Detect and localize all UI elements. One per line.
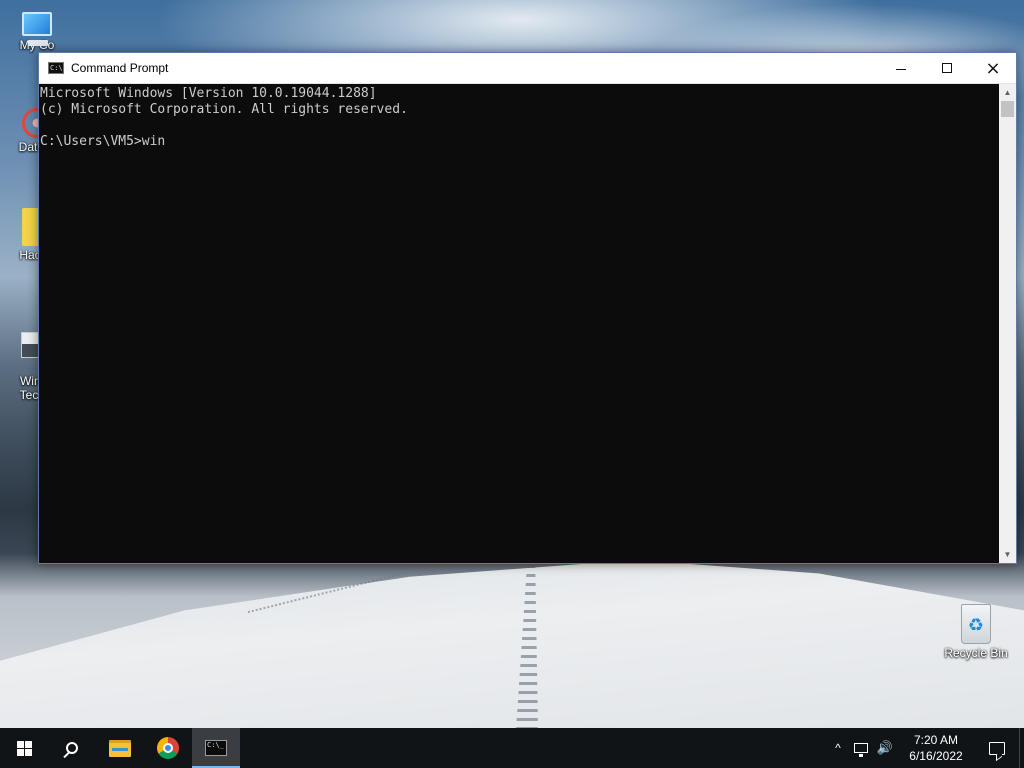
minimize-icon bbox=[896, 68, 906, 70]
show-hidden-icons-button[interactable]: ^ bbox=[827, 728, 849, 768]
console-line-blank: ​ bbox=[40, 118, 1001, 134]
maximize-icon bbox=[942, 63, 952, 73]
chevron-up-icon: ▲ bbox=[1003, 88, 1012, 97]
desktop-icon-my-computer[interactable]: My Co bbox=[0, 10, 74, 52]
close-button[interactable]: × bbox=[970, 53, 1016, 84]
computer-icon bbox=[22, 12, 52, 46]
taskbar-command-prompt[interactable]: C:\_ bbox=[192, 728, 240, 768]
cmd-icon: C:\_ bbox=[205, 740, 227, 756]
close-icon: × bbox=[985, 57, 1001, 79]
chevron-up-icon: ^ bbox=[835, 741, 841, 755]
cmd-icon: C:\ bbox=[48, 62, 64, 74]
search-button[interactable] bbox=[48, 728, 96, 768]
console-line: (c) Microsoft Corporation. All rights re… bbox=[40, 102, 408, 117]
taskbar: C:\_ ^ 🔊 7:20 AM 6/16/2022 bbox=[0, 728, 1024, 768]
scroll-up-button[interactable]: ▲ bbox=[999, 84, 1016, 101]
desktop-icon-recycle-bin[interactable]: ♻ Recycle Bin bbox=[940, 604, 1012, 660]
console-output[interactable]: Microsoft Windows [Version 10.0.19044.12… bbox=[39, 84, 1001, 563]
clock[interactable]: 7:20 AM 6/16/2022 bbox=[897, 728, 975, 768]
taskbar-chrome[interactable] bbox=[144, 728, 192, 768]
network-button[interactable] bbox=[849, 728, 873, 768]
window-title: Command Prompt bbox=[71, 61, 169, 75]
console-prompt-line[interactable]: C:\Users\VM5>win bbox=[40, 134, 1001, 150]
taskbar-file-explorer[interactable] bbox=[96, 728, 144, 768]
windows-start-icon bbox=[16, 740, 32, 756]
minimize-button[interactable] bbox=[878, 53, 924, 84]
notification-icon bbox=[989, 741, 1005, 755]
system-tray: ^ 🔊 7:20 AM 6/16/2022 bbox=[827, 728, 1024, 768]
vertical-scrollbar[interactable]: ▲ ▼ bbox=[999, 84, 1016, 563]
speaker-icon: 🔊 bbox=[876, 740, 894, 755]
chrome-icon bbox=[157, 737, 179, 759]
scroll-down-button[interactable]: ▼ bbox=[999, 546, 1016, 563]
clock-date: 6/16/2022 bbox=[909, 749, 963, 763]
show-desktop-button[interactable] bbox=[1019, 728, 1024, 768]
network-icon bbox=[854, 743, 868, 757]
search-icon bbox=[66, 742, 78, 754]
volume-button[interactable]: 🔊 bbox=[873, 728, 897, 768]
desktop-icon-label: Recycle Bin bbox=[944, 646, 1008, 660]
scroll-thumb[interactable] bbox=[1001, 101, 1014, 117]
clock-time: 7:20 AM bbox=[913, 733, 959, 747]
folder-icon bbox=[109, 739, 131, 757]
action-center-button[interactable] bbox=[975, 728, 1019, 768]
recycle-bin-icon: ♻ bbox=[961, 604, 991, 644]
maximize-button[interactable] bbox=[924, 53, 970, 84]
window-titlebar[interactable]: C:\ Command Prompt × bbox=[39, 53, 1016, 84]
chevron-down-icon: ▼ bbox=[1003, 550, 1012, 559]
console-line: Microsoft Windows [Version 10.0.19044.12… bbox=[40, 86, 377, 101]
start-button[interactable] bbox=[0, 728, 48, 768]
command-prompt-window[interactable]: C:\ Command Prompt × Microsoft Windows [… bbox=[38, 52, 1017, 564]
